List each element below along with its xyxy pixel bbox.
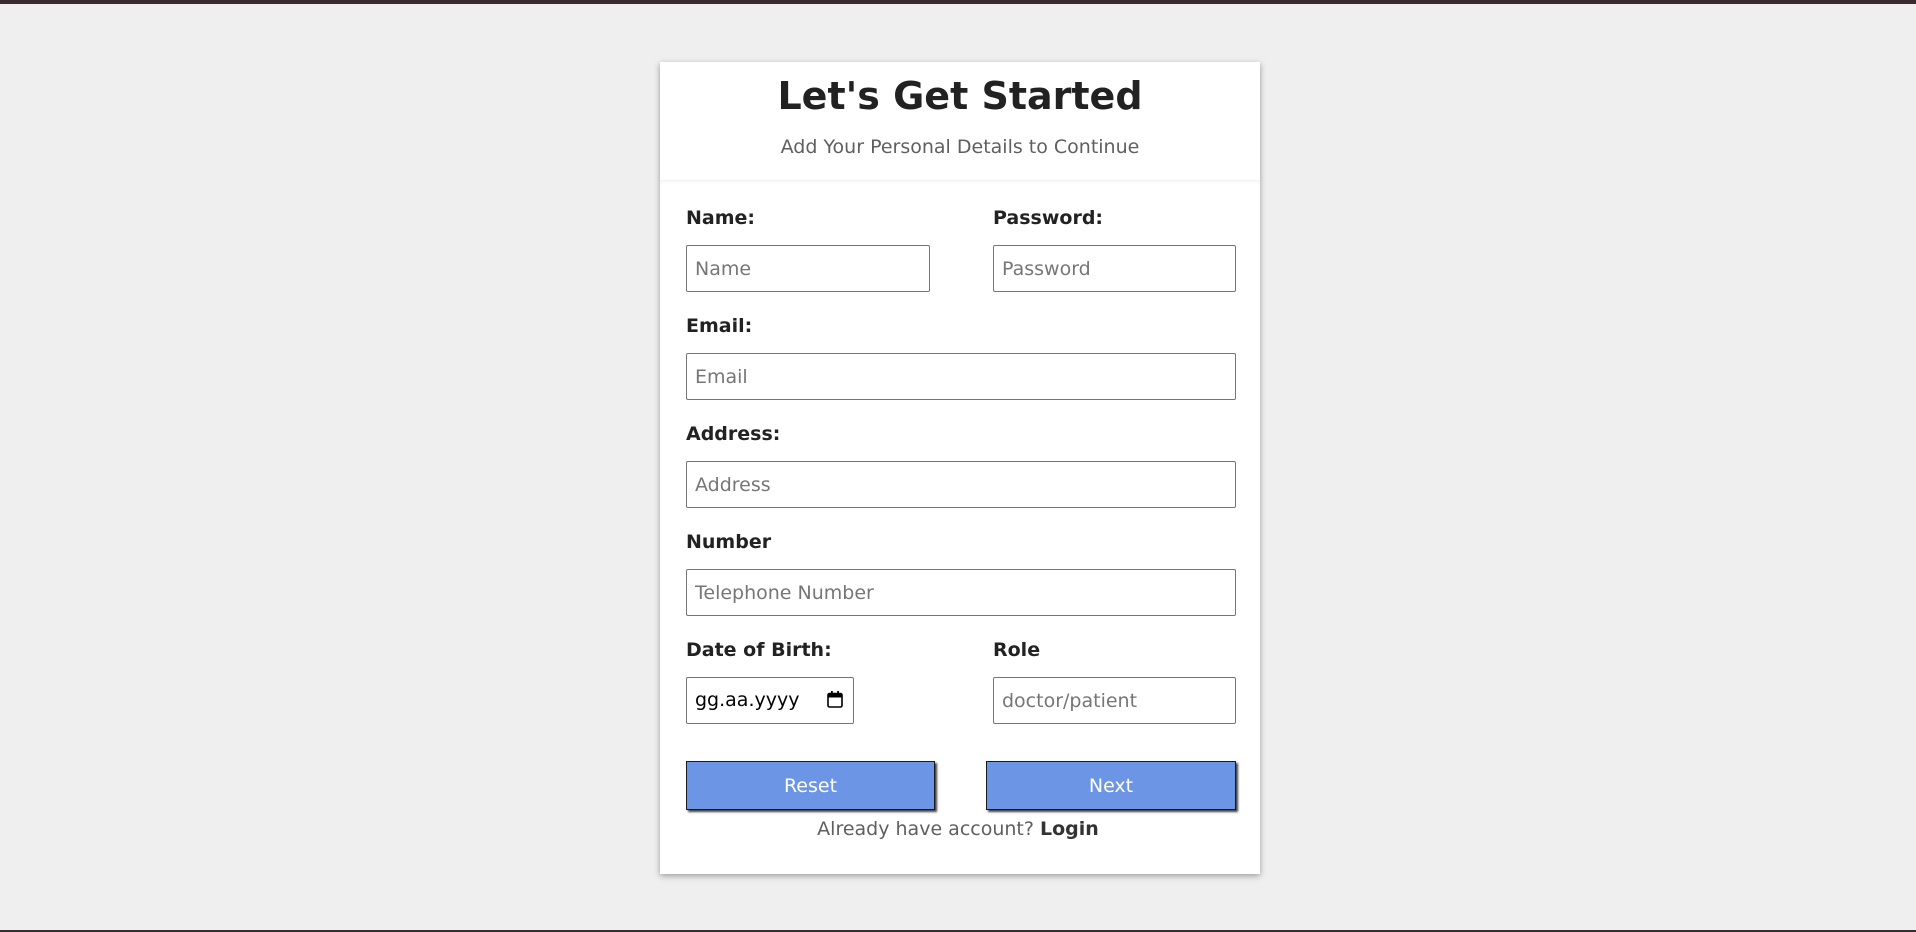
login-prompt-text: Already have account? xyxy=(817,818,1034,840)
page-subtitle: Add Your Personal Details to Continue xyxy=(780,136,1140,158)
login-link[interactable]: Login xyxy=(1040,818,1099,840)
telephone-input[interactable] xyxy=(686,569,1236,616)
window-top-bar xyxy=(0,0,1916,4)
address-label: Address: xyxy=(686,423,781,445)
card-header: Let's Get Started Add Your Personal Deta… xyxy=(660,62,1260,181)
dob-value: gg.aa.yyyy xyxy=(695,689,800,711)
dob-date-input[interactable]: gg.aa.yyyy xyxy=(686,677,854,724)
number-label: Number xyxy=(686,531,772,553)
calendar-icon[interactable] xyxy=(827,691,843,708)
next-button[interactable]: Next xyxy=(986,761,1236,810)
password-input[interactable] xyxy=(993,245,1236,292)
page-title: Let's Get Started xyxy=(777,74,1143,118)
name-input[interactable] xyxy=(686,245,930,292)
login-prompt: Already have account? Login xyxy=(0,818,1916,840)
dob-label: Date of Birth: xyxy=(686,639,832,661)
role-input[interactable] xyxy=(993,677,1236,724)
password-label: Password: xyxy=(993,207,1104,229)
name-label: Name: xyxy=(686,207,756,229)
role-label: Role xyxy=(993,639,1041,661)
email-input[interactable] xyxy=(686,353,1236,400)
email-label: Email: xyxy=(686,315,753,337)
signup-card: Let's Get Started Add Your Personal Deta… xyxy=(660,62,1260,874)
address-input[interactable] xyxy=(686,461,1236,508)
reset-button[interactable]: Reset xyxy=(686,761,935,810)
